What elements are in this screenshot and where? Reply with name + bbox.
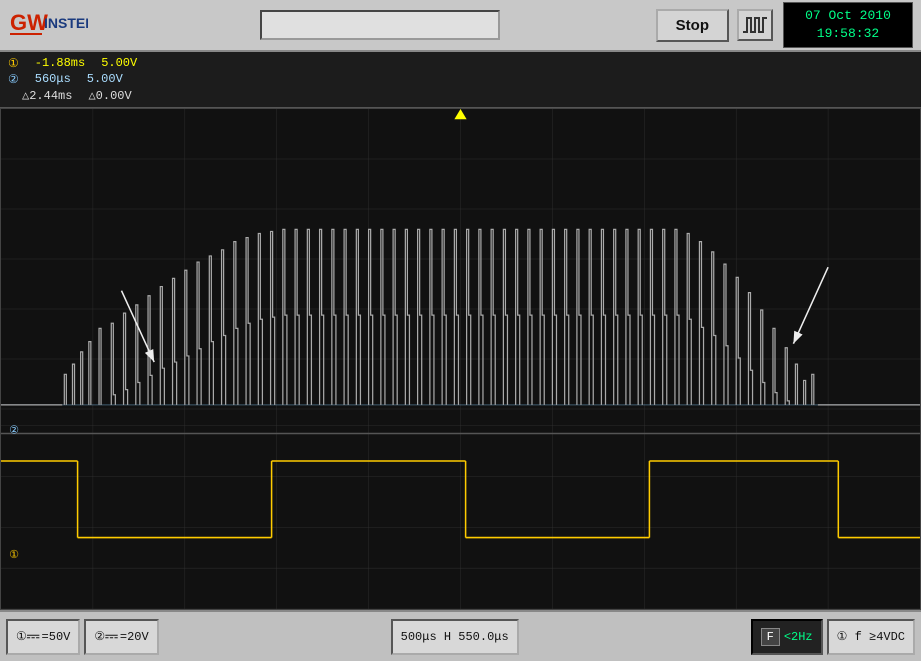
time-div-cell: 500μs H 550.0μs (391, 619, 519, 655)
ch1-time: -1.88ms (35, 56, 85, 71)
svg-text:INSTEK: INSTEK (44, 15, 88, 31)
ch2-coupling-cell: ② ⎓ =20V (84, 619, 158, 655)
ch2-scale: =20V (120, 630, 149, 644)
trigger-info-cell: ① f ≥4VDC (827, 619, 915, 655)
svg-text:②: ② (9, 424, 19, 437)
ch1-label: ① (16, 629, 27, 644)
ch2-time: 560μs (35, 72, 71, 87)
waveform-mode-button[interactable] (737, 9, 773, 41)
measurement-bar: ① -1.88ms 5.00V ② 560μs 5.00V △2.44ms △0… (0, 52, 921, 108)
svg-text:GW: GW (10, 10, 48, 35)
input-box-area (104, 10, 656, 40)
logo-area: GW INSTEK (8, 4, 88, 47)
ch1-voltage: 5.00V (101, 56, 137, 71)
h-label: H (444, 630, 451, 644)
trigger-pos-value: 550.0μs (458, 630, 508, 644)
ch2-voltage: 5.00V (87, 72, 123, 87)
trig-ch-label: ① (837, 629, 848, 644)
delta-voltage: △0.00V (88, 88, 131, 103)
datetime-display: 07 Oct 2010 19:58:32 (783, 2, 913, 48)
time-div-value: 500μs (401, 630, 437, 644)
ch2-label: ② (94, 629, 105, 644)
signal-display-box (260, 10, 500, 40)
ch1-coupling-cell: ① ⎓ =50V (6, 619, 80, 655)
delta-time: △2.44ms (22, 88, 72, 103)
svg-text:①: ① (9, 549, 19, 562)
top-bar: GW INSTEK Stop 07 Oct 2010 19:58:32 (0, 0, 921, 52)
waveform-svg: ② ① (1, 109, 920, 609)
stop-button[interactable]: Stop (656, 9, 729, 42)
freq-display: <2Hz (784, 630, 813, 644)
freq-label: f (855, 630, 862, 644)
f-badge: F (761, 628, 780, 646)
status-bar: ① ⎓ =50V ② ⎓ =20V 500μs H 550.0μs F <2Hz… (0, 610, 921, 661)
oscilloscope-screen: ① -1.88ms 5.00V ② 560μs 5.00V △2.44ms △0… (0, 52, 921, 610)
ch1-scale: =50V (42, 630, 71, 644)
freq-cell: F <2Hz (751, 619, 823, 655)
freq-value: ≥4VDC (869, 630, 905, 644)
logo-gw: GW INSTEK (8, 4, 88, 47)
waveform-display: PWM OFF 过零点 PWM ON 过零点 ② ① (0, 108, 921, 610)
